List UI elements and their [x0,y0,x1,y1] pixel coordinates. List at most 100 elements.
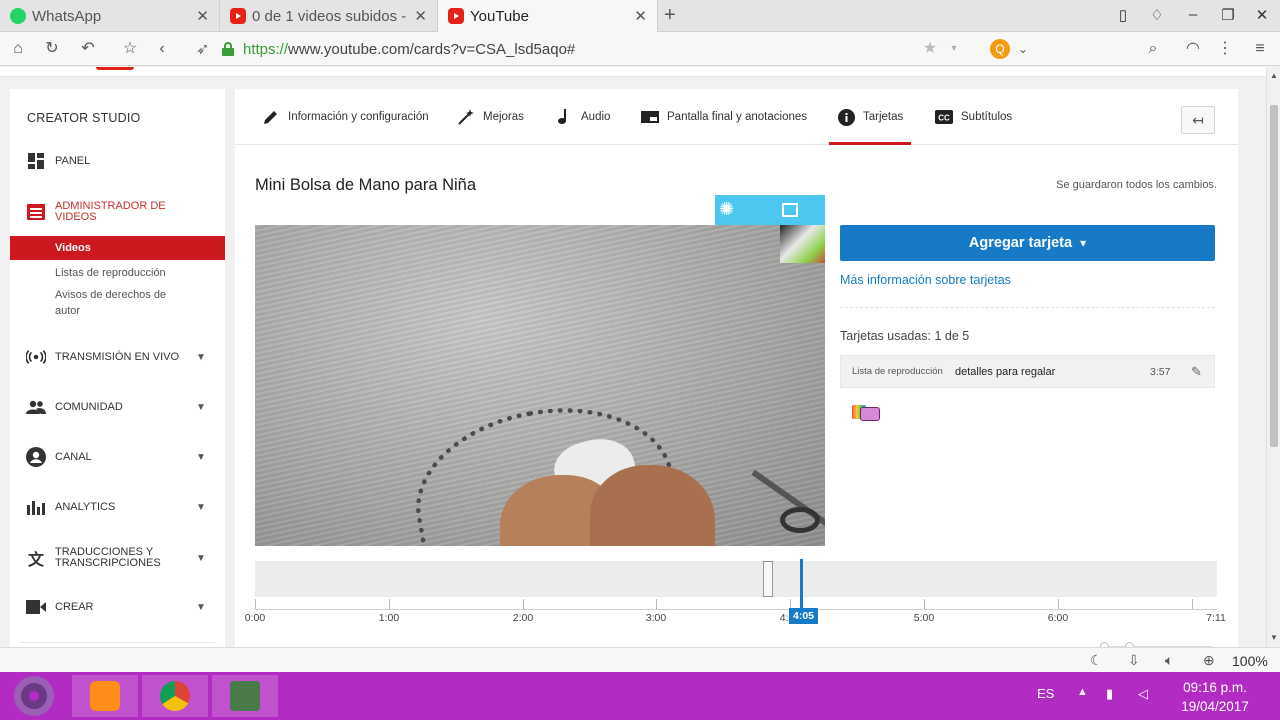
tab-end-screen[interactable]: Pantalla final y anotaciones [641,89,807,145]
pencil-icon [262,108,280,126]
dropdown-icon[interactable]: ▾ [944,39,964,59]
tab-label: Información y configuración [288,111,429,123]
clock-date: 19/04/2017 [1181,699,1249,714]
tab-youtube-upload[interactable]: 0 de 1 videos subidos - ✕ [220,0,438,32]
zoom-in-icon[interactable]: ⊕ [1203,652,1215,669]
night-mode-icon[interactable]: ☾ [1090,652,1103,669]
video-player[interactable] [255,225,825,546]
creator-studio-sidebar: CREATOR STUDIO PANEL ADMINISTRADOR DE VI… [10,89,225,647]
chevron-down-icon[interactable]: ▼ [196,602,206,613]
sidebar-item-translations[interactable]: 文 TRADUCCIONES Y TRANSCRIPCIONES ▼ [10,542,225,574]
maximize-button[interactable]: ❐ [1218,6,1238,24]
new-tab-button[interactable]: + [664,4,676,27]
home-icon[interactable]: ⌂ [8,39,28,59]
end-screen-icon [641,108,659,126]
zoom-level[interactable]: 100% [1232,653,1268,669]
card-marker-handle[interactable] [763,561,773,597]
tab-audio[interactable]: Audio [555,89,610,145]
sidebar-title: CREATOR STUDIO [27,111,141,125]
hamburger-menu-icon[interactable]: ≡ [1250,39,1270,59]
close-tab-icon[interactable]: ✕ [196,7,209,25]
chevron-down-icon[interactable]: ▼ [196,553,206,564]
sidebar-item-video-manager[interactable]: ADMINISTRADOR DE VIDEOS [10,196,225,228]
sidebar-subitem-copyright[interactable]: Avisos de derechos de autor [10,287,190,319]
playhead[interactable] [800,559,803,613]
sidebar-item-create[interactable]: CREAR ▼ [10,592,225,622]
timeline-track[interactable] [255,561,1217,597]
tab-title: WhatsApp [32,7,102,25]
close-tab-icon[interactable]: ✕ [414,7,427,25]
sidebar-item-label: COMUNIDAD [55,400,123,413]
close-window-button[interactable]: ✕ [1252,6,1272,24]
card-list-item[interactable]: Lista de reproducción detalles para rega… [840,355,1215,388]
sidebar-item-community[interactable]: COMUNIDAD ▼ [10,392,225,422]
tab-cards[interactable]: Tarjetas [829,89,912,145]
chevron-down-icon[interactable]: ▼ [196,352,206,363]
scroll-down-icon[interactable]: ▼ [1270,633,1278,642]
tab-enhancements[interactable]: Mejoras [457,89,524,145]
page-scrollbar[interactable]: ▲ ▼ [1266,67,1280,647]
back-arrow-button[interactable]: ↤ [1181,106,1215,134]
edit-pencil-icon[interactable]: ✎ [1191,364,1202,380]
tab-subtitles[interactable]: CC Subtítulos [935,89,1012,145]
speaker-icon[interactable]: ◁ [1138,686,1148,702]
search-icon[interactable]: ⌕ [1143,39,1163,59]
taskbar-app-uc-browser[interactable] [72,675,138,717]
cc-icon: CC [935,108,953,126]
taskbar-clock[interactable]: 09:16 p.m. 19/04/2017 [1160,678,1270,716]
tab-youtube[interactable]: YouTube ✕ [438,0,658,32]
scroll-up-icon[interactable]: ▲ [1270,71,1278,80]
sidebar-item-panel[interactable]: PANEL [10,146,225,176]
sidebar-item-label: PANEL [55,154,91,167]
sidebar-subitem-playlists[interactable]: Listas de reproducción [10,265,225,281]
more-info-link[interactable]: Más información sobre tarjetas [840,273,1011,287]
wifi-icon[interactable]: ◠ [1183,39,1203,59]
tray-expand-icon[interactable]: ▲ [1077,686,1088,698]
sidebar-item-channel[interactable]: CANAL ▼ [10,442,225,472]
timeline-tick-label: 3:00 [645,612,667,624]
language-indicator[interactable]: ES [1037,686,1054,701]
chevron-down-icon[interactable]: ▼ [196,402,206,413]
more-menu-icon[interactable]: ⋮ [1215,39,1235,59]
network-icon[interactable]: ▮ [1106,686,1113,702]
sidebar-toggle-icon[interactable]: ▯ [1113,6,1133,24]
reload-icon[interactable]: ↻ [42,39,62,59]
start-button[interactable] [2,672,66,720]
taskbar-app-recorder[interactable] [212,675,278,717]
minimize-button[interactable]: – [1183,6,1203,23]
caret-down-icon: ▾ [1080,236,1087,250]
sidebar-divider [20,642,215,643]
volume-icon[interactable]: 🔈︎ [1165,652,1173,669]
bookmark-star-icon[interactable]: ★ [920,39,940,59]
download-icon[interactable]: ⇩ [1128,652,1140,669]
star-icon[interactable]: ☆ [120,39,140,59]
taskbar-app-chrome[interactable] [142,675,208,717]
sidebar-item-label: ANALYTICS [55,500,116,513]
tab-info-settings[interactable]: Información y configuración [262,89,429,145]
sidebar-item-live[interactable]: TRANSMISIÓN EN VIVO ▼ [10,342,225,372]
url-field[interactable]: https://www.youtube.com/cards?v=CSA_lsd5… [243,41,575,58]
search-engine-icon[interactable]: Q [990,39,1010,59]
card-name: detalles para regalar [955,365,1056,378]
chevron-down-icon[interactable]: ▼ [196,502,206,513]
card-teaser-overlay[interactable]: ✺ [715,195,825,225]
swirl-icon: ✺ [719,199,735,219]
sidebar-item-analytics[interactable]: ANALYTICS ▼ [10,492,225,522]
add-card-button[interactable]: Agregar tarjeta ▾ [840,225,1215,261]
close-tab-icon[interactable]: ✕ [634,7,647,25]
community-icon [26,397,46,417]
sidebar-item-label: CANAL [55,450,92,463]
clock-time: 09:16 p.m. [1183,680,1247,695]
chevron-down-icon[interactable]: ▼ [196,452,206,463]
shirt-icon[interactable]: ♢ [1147,6,1167,24]
undo-icon[interactable]: ↶ [78,39,98,59]
back-icon[interactable]: ‹ [152,39,172,59]
url-path: www.youtube.com/cards?v=CSA_lsd5aqo# [288,41,576,58]
divider [840,307,1215,308]
scrollbar-thumb[interactable] [1270,105,1278,447]
chevron-down-icon[interactable]: ⌄ [1013,39,1033,59]
tab-whatsapp[interactable]: WhatsApp ✕ [0,0,220,32]
video-title: Mini Bolsa de Mano para Niña [255,176,477,194]
sidebar-item-label: CREAR [55,600,94,613]
sidebar-subitem-videos[interactable]: Videos [10,236,225,260]
